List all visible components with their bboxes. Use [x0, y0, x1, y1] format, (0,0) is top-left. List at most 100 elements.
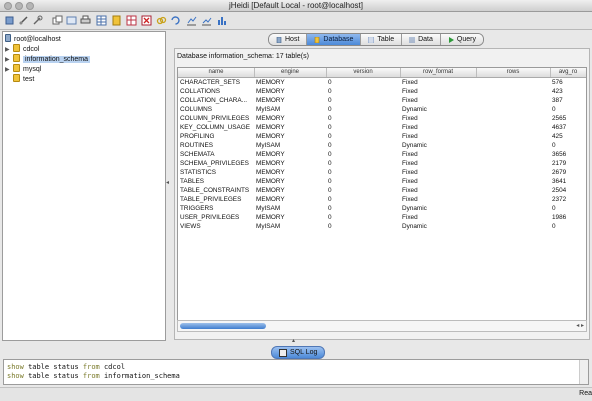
database-icon: [13, 74, 20, 82]
table-row[interactable]: SCHEMA_PRIVILEGES MEMORY 0 Fixed 2179: [178, 159, 586, 168]
column-header-version[interactable]: version: [326, 68, 401, 77]
table-cell: Fixed: [402, 133, 418, 140]
tab-data[interactable]: Data: [402, 34, 441, 45]
grid-header: name engine version row_format rows avg_…: [178, 68, 586, 78]
table-cell: Fixed: [402, 214, 418, 221]
table-cell: VIEWS: [180, 223, 201, 230]
tree-item-test[interactable]: test: [5, 74, 34, 84]
tree-item-information_schema[interactable]: ▶ information_schema: [5, 54, 91, 64]
table-row[interactable]: VIEWS MyISAM 0 Dynamic 0: [178, 222, 586, 231]
table-cell: [476, 114, 550, 123]
table-row[interactable]: COLLATION_CHARA... MEMORY 0 Fixed 387: [178, 96, 586, 105]
table-row[interactable]: TABLES MEMORY 0 Fixed 3641: [178, 177, 586, 186]
table-row[interactable]: SCHEMATA MEMORY 0 Fixed 3656: [178, 150, 586, 159]
table-cell: Fixed: [402, 151, 418, 158]
grid-icon[interactable]: [126, 15, 137, 26]
table-row[interactable]: COLLATIONS MEMORY 0 Fixed 423: [178, 87, 586, 96]
scroll-arrows[interactable]: ◂ ▸: [576, 321, 584, 331]
host-icon: [276, 36, 282, 43]
table-cell: 0: [328, 205, 332, 212]
table-cell: Fixed: [402, 196, 418, 203]
table-row[interactable]: CHARACTER_SETS MEMORY 0 Fixed 576: [178, 78, 586, 87]
refresh-icon[interactable]: [170, 15, 181, 26]
table-cell: 2679: [552, 169, 567, 176]
table-cell: Dynamic: [402, 142, 427, 149]
column-header-rows[interactable]: rows: [476, 68, 551, 77]
chart-icon[interactable]: [186, 15, 197, 26]
tab-database[interactable]: Database: [307, 34, 362, 45]
tab-host[interactable]: Host: [269, 34, 308, 45]
table-cell: KEY_COLUMN_USAGE: [180, 124, 250, 131]
export-icon[interactable]: [66, 15, 77, 26]
table-row[interactable]: PROFILING MEMORY 0 Fixed 425: [178, 132, 586, 141]
tools-icon[interactable]: [32, 15, 43, 26]
table-row[interactable]: TRIGGERS MyISAM 0 Dynamic 0: [178, 204, 586, 213]
table-tab-icon: [368, 36, 375, 43]
table-row[interactable]: TABLE_PRIVILEGES MEMORY 0 Fixed 2372: [178, 195, 586, 204]
table-cell: TRIGGERS: [180, 205, 214, 212]
chart-alt-icon[interactable]: [201, 15, 212, 26]
table-cell: 2565: [552, 115, 567, 122]
column-header-engine[interactable]: engine: [254, 68, 327, 77]
table-row[interactable]: STATISTICS MEMORY 0 Fixed 2679: [178, 168, 586, 177]
table-row[interactable]: USER_PRIVILEGES MEMORY 0 Fixed 1986: [178, 213, 586, 222]
expand-up-icon[interactable]: ▴: [292, 337, 295, 344]
table-cell: Fixed: [402, 169, 418, 176]
sql-log-bar: ▴ SQL Log: [0, 337, 592, 359]
table-row[interactable]: ROUTINES MyISAM 0 Dynamic 0: [178, 141, 586, 150]
tree-item-cdcol[interactable]: ▶ cdcol: [5, 44, 39, 54]
table-cell: Fixed: [402, 124, 418, 131]
link-icon[interactable]: [156, 15, 167, 26]
scrollbar-thumb[interactable]: [180, 323, 266, 329]
log-line: show table status from cdcol: [7, 363, 126, 371]
table-cell: 0: [328, 79, 332, 86]
table-cell: COLUMNS: [180, 106, 212, 113]
chart-bar-icon[interactable]: [216, 15, 227, 26]
table-cell: PROFILING: [180, 133, 215, 140]
print-icon[interactable]: [80, 15, 91, 26]
table-row[interactable]: TABLE_CONSTRAINTS MEMORY 0 Fixed 2504: [178, 186, 586, 195]
copy-icon[interactable]: [52, 15, 63, 26]
table-cell: [476, 213, 550, 222]
table-cell: Fixed: [402, 178, 418, 185]
table-row[interactable]: COLUMNS MyISAM 0 Dynamic 0: [178, 105, 586, 114]
tree-root-node[interactable]: root@localhost: [5, 34, 61, 44]
log-scrollbar[interactable]: [579, 360, 588, 384]
tab-query[interactable]: Query: [440, 34, 483, 45]
database-tree-panel: root@localhost ▶ cdcol ▶ information_schem…: [2, 31, 166, 341]
table-cell: [476, 105, 550, 114]
table-icon[interactable]: [96, 15, 107, 26]
collapse-arrow-icon[interactable]: ◂: [166, 179, 169, 186]
database-icon[interactable]: [111, 15, 122, 26]
table-cell: TABLE_PRIVILEGES: [180, 196, 242, 203]
tree-item-mysql[interactable]: ▶ mysql: [5, 64, 41, 74]
horizontal-scrollbar[interactable]: ◂ ▸: [177, 320, 587, 332]
table-row[interactable]: KEY_COLUMN_USAGE MEMORY 0 Fixed 4637: [178, 123, 586, 132]
table-cell: MyISAM: [256, 205, 281, 212]
tab-table[interactable]: Table: [361, 34, 403, 45]
table-cell: 576: [552, 79, 563, 86]
delete-icon[interactable]: [141, 15, 152, 26]
new-connection-icon[interactable]: [4, 15, 15, 26]
sql-log-tab[interactable]: SQL Log: [271, 346, 326, 359]
table-cell: MEMORY: [256, 178, 285, 185]
sql-log-panel[interactable]: show table status from cdcol show table …: [3, 359, 589, 385]
table-cell: MEMORY: [256, 133, 285, 140]
vertical-splitter[interactable]: ◂: [164, 31, 172, 339]
table-cell: MEMORY: [256, 196, 285, 203]
data-tab-icon: [409, 37, 416, 42]
disconnect-icon[interactable]: [18, 15, 29, 26]
table-cell: 0: [328, 169, 332, 176]
table-cell: [476, 123, 550, 132]
column-header-row-format[interactable]: row_format: [400, 68, 477, 77]
column-header-avg-row[interactable]: avg_ro: [550, 68, 586, 77]
table-cell: MEMORY: [256, 97, 285, 104]
table-cell: 387: [552, 97, 563, 104]
table-cell: 0: [328, 223, 332, 230]
tab-bar: Host Database Table Data Query: [268, 33, 484, 46]
log-icon: [279, 348, 287, 357]
table-cell: 425: [552, 133, 563, 140]
table-row[interactable]: COLUMN_PRIVILEGES MEMORY 0 Fixed 2565: [178, 114, 586, 123]
table-cell: 4637: [552, 124, 567, 131]
column-header-name[interactable]: name: [178, 68, 255, 77]
